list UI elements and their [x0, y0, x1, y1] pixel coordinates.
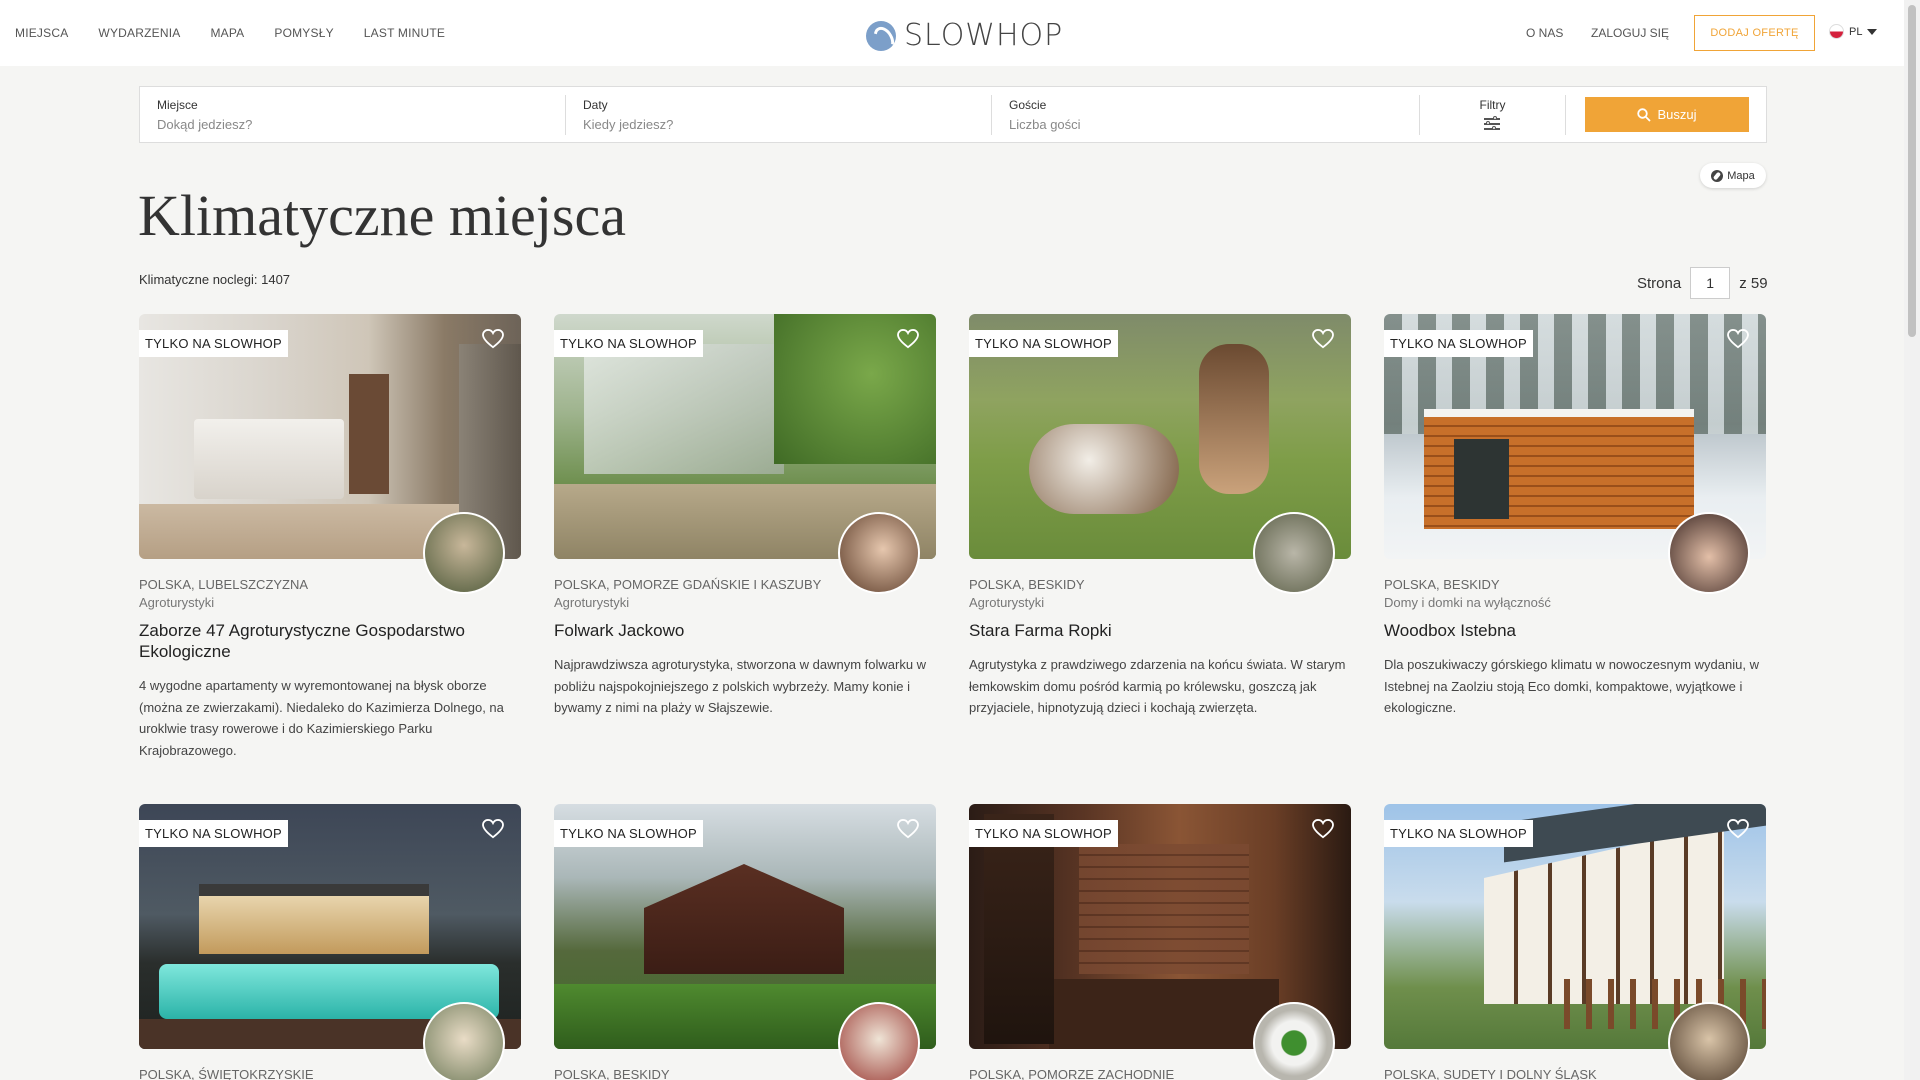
favorite-heart-icon[interactable]	[1312, 328, 1334, 349]
add-offer-button[interactable]: DODAJ OFERTĘ	[1694, 15, 1815, 51]
sliders-icon	[1484, 116, 1500, 131]
favorite-heart-icon[interactable]	[1312, 818, 1334, 839]
host-avatar[interactable]	[1253, 1002, 1335, 1080]
listing-card[interactable]: TYLKO NA SLOWHOP POLSKA, BESKIDY Agrotur…	[969, 314, 1351, 715]
dates-input[interactable]: Kiedy jedziesz?	[583, 117, 673, 132]
search-bar: Miejsce Dokąd jedziesz? Daty Kiedy jedzi…	[139, 86, 1767, 143]
map-button-label: Mapa	[1727, 169, 1755, 182]
compass-icon	[1711, 169, 1724, 182]
results-count: Klimatyczne noclegi: 1407	[139, 272, 291, 287]
pagination: Strona 1 z 59	[1637, 267, 1768, 299]
nav-link-pomysly[interactable]: POMYSŁY	[274, 26, 333, 40]
guests-field[interactable]: Goście Liczba gości	[992, 87, 1418, 142]
logo-icon	[866, 20, 896, 51]
scrollbar-thumb[interactable]	[1908, 5, 1916, 337]
dates-label: Daty	[583, 98, 608, 112]
listing-location: POLSKA, BESKIDY	[1384, 577, 1500, 592]
favorite-heart-icon[interactable]	[482, 818, 504, 839]
listing-location: POLSKA, ŚWIĘTOKRZYSKIE	[139, 1067, 314, 1080]
listing-category: Agroturystyki	[969, 595, 1045, 610]
favorite-heart-icon[interactable]	[1727, 818, 1749, 839]
exclusive-badge: TYLKO NA SLOWHOP	[1384, 820, 1533, 847]
nav-link-miejsca[interactable]: MIEJSCA	[15, 26, 68, 40]
slowhop-logo[interactable]: SLOWHOP	[866, 18, 1063, 53]
page-scrollbar[interactable]	[1904, 0, 1920, 1080]
language-code: PL	[1849, 25, 1863, 38]
listing-name[interactable]: Stara Farma Ropki	[969, 620, 1349, 641]
map-toggle-button[interactable]: Mapa	[1700, 163, 1766, 188]
pager-label: Strona	[1637, 274, 1682, 292]
language-selector[interactable]: PL	[1829, 24, 1878, 39]
page-title: Klimatyczne miejsca	[138, 183, 626, 248]
listing-name[interactable]: Woodbox Istebna	[1384, 620, 1764, 641]
host-avatar[interactable]	[1668, 1002, 1750, 1080]
listing-category: Agroturystyki	[139, 595, 215, 610]
place-input[interactable]: Dokąd jedziesz?	[157, 117, 252, 132]
nav-link-about[interactable]: O NAS	[1526, 26, 1563, 40]
nav-link-last-minute[interactable]: LAST MINUTE	[364, 26, 445, 40]
divider	[1565, 95, 1566, 135]
pager-total: z 59	[1739, 274, 1768, 292]
host-avatar[interactable]	[1668, 512, 1750, 594]
filters-button[interactable]: Filtry	[1420, 87, 1565, 142]
listing-card[interactable]: TYLKO NA SLOWHOP POLSKA, ŚWIĘTOKRZYSKIE	[139, 804, 521, 1080]
listing-description: Najprawdziwsza agroturystyka, stworzona …	[554, 657, 927, 715]
listing-location: POLSKA, POMORZE ZACHODNIE	[969, 1067, 1175, 1080]
guests-input[interactable]: Liczba gości	[1009, 117, 1081, 132]
place-field[interactable]: Miejsce Dokąd jedziesz?	[140, 87, 565, 142]
host-avatar[interactable]	[423, 1002, 505, 1080]
listing-category: Agroturystyki	[554, 595, 630, 610]
exclusive-badge: TYLKO NA SLOWHOP	[554, 820, 703, 847]
exclusive-badge: TYLKO NA SLOWHOP	[139, 820, 288, 847]
favorite-heart-icon[interactable]	[897, 328, 919, 349]
favorite-heart-icon[interactable]	[897, 818, 919, 839]
listing-location: POLSKA, BESKIDY	[554, 1067, 670, 1080]
nav-link-login[interactable]: ZALOGUJ SIĘ	[1591, 26, 1669, 40]
listing-card[interactable]: TYLKO NA SLOWHOP POLSKA, LUBELSZCZYZNA A…	[139, 314, 521, 758]
listing-location: POLSKA, BESKIDY	[969, 577, 1085, 592]
listing-card[interactable]: TYLKO NA SLOWHOP POLSKA, BESKIDY	[554, 804, 936, 1080]
host-avatar[interactable]	[838, 512, 920, 594]
favorite-heart-icon[interactable]	[482, 328, 504, 349]
host-avatar[interactable]	[423, 512, 505, 594]
host-avatar[interactable]	[838, 1002, 920, 1080]
exclusive-badge: TYLKO NA SLOWHOP	[139, 330, 288, 357]
exclusive-badge: TYLKO NA SLOWHOP	[1384, 330, 1533, 357]
favorite-heart-icon[interactable]	[1727, 328, 1749, 349]
top-navigation: MIEJSCA WYDARZENIA MAPA POMYSŁY LAST MIN…	[0, 0, 1904, 66]
listing-description: Agrutystyka z prawdziwego zdarzenia na k…	[969, 657, 1346, 715]
listing-location: POLSKA, SUDETY I DOLNY ŚLĄSK	[1384, 1067, 1597, 1080]
listing-card[interactable]: TYLKO NA SLOWHOP POLSKA, POMORZE GDAŃSKI…	[554, 314, 936, 715]
exclusive-badge: TYLKO NA SLOWHOP	[969, 330, 1118, 357]
listing-card[interactable]: TYLKO NA SLOWHOP POLSKA, BESKIDY Domy i …	[1384, 314, 1766, 715]
search-button[interactable]: Buszuj	[1585, 97, 1749, 132]
listing-location: POLSKA, POMORZE GDAŃSKIE I KASZUBY	[554, 577, 822, 592]
poland-flag-icon	[1829, 24, 1844, 39]
search-icon	[1637, 107, 1652, 122]
listing-description: 4 wygodne apartamenty w wyremontowanej n…	[139, 678, 504, 758]
listing-name[interactable]: Zaborze 47 Agroturystyczne Gospodarstwo …	[139, 620, 519, 662]
guests-label: Goście	[1009, 98, 1047, 112]
nav-link-mapa[interactable]: MAPA	[210, 26, 244, 40]
main-menu: MIEJSCA WYDARZENIA MAPA POMYSŁY LAST MIN…	[15, 26, 475, 40]
host-avatar[interactable]	[1253, 512, 1335, 594]
listing-name[interactable]: Folwark Jackowo	[554, 620, 934, 641]
nav-link-wydarzenia[interactable]: WYDARZENIA	[98, 26, 180, 40]
listing-card[interactable]: TYLKO NA SLOWHOP POLSKA, SUDETY I DOLNY …	[1384, 804, 1766, 1080]
listing-description: Dla poszukiwaczy górskiego klimatu w now…	[1384, 657, 1759, 715]
place-label: Miejsce	[157, 98, 198, 112]
chevron-down-icon	[1867, 28, 1878, 35]
listing-card[interactable]: TYLKO NA SLOWHOP POLSKA, POMORZE ZACHODN…	[969, 804, 1351, 1080]
search-button-label: Buszuj	[1657, 107, 1697, 122]
dates-field[interactable]: Daty Kiedy jedziesz?	[566, 87, 991, 142]
filters-label: Filtry	[1479, 98, 1506, 112]
exclusive-badge: TYLKO NA SLOWHOP	[969, 820, 1118, 847]
listing-category: Domy i domki na wyłączność	[1384, 595, 1551, 610]
logo-text: SLOWHOP	[904, 18, 1064, 53]
listing-location: POLSKA, LUBELSZCZYZNA	[139, 577, 309, 592]
page-number-input[interactable]: 1	[1690, 267, 1731, 299]
exclusive-badge: TYLKO NA SLOWHOP	[554, 330, 703, 357]
